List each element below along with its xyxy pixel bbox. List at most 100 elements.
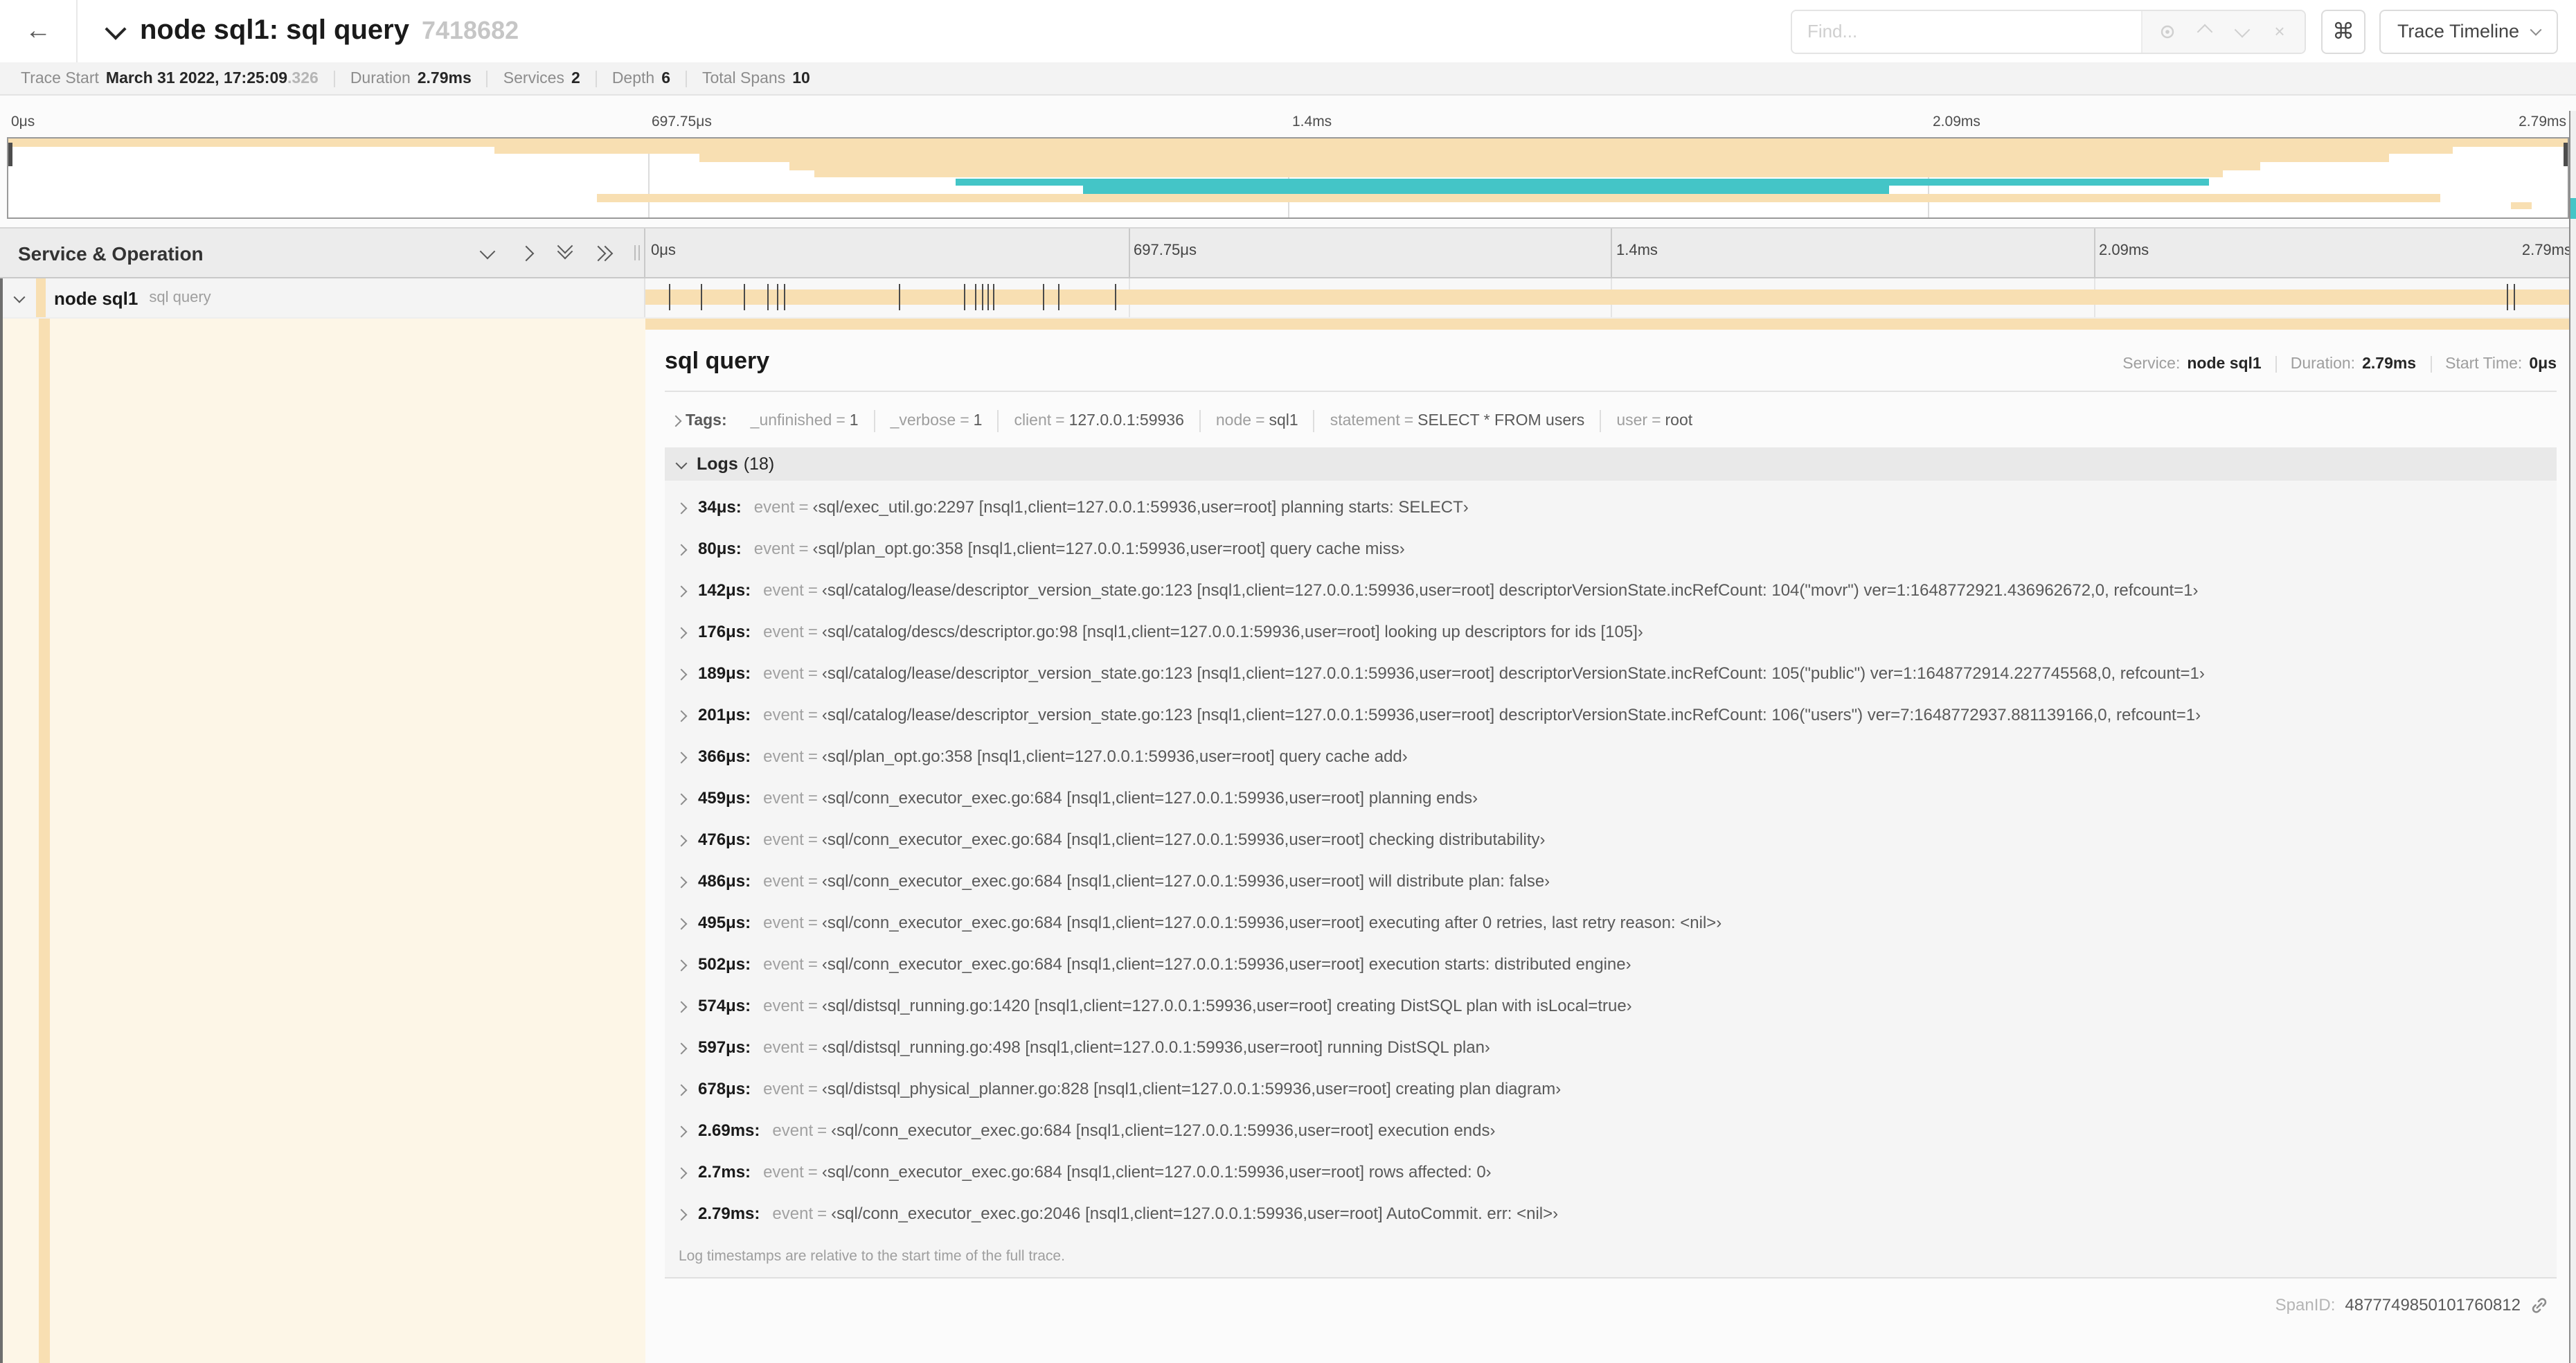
log-marker bbox=[701, 284, 703, 310]
tag-equals: = bbox=[836, 413, 846, 429]
log-expander-icon[interactable] bbox=[675, 1121, 688, 1140]
log-field-key: event bbox=[772, 1121, 814, 1140]
back-button[interactable]: ← bbox=[0, 0, 78, 62]
log-entry[interactable]: 80μs: event = ‹sql/plan_opt.go:358 [nsql1,c… bbox=[665, 528, 2557, 569]
viewport-left-handle[interactable] bbox=[8, 143, 12, 166]
log-expander-icon[interactable] bbox=[675, 539, 688, 558]
log-expander-icon[interactable] bbox=[675, 996, 688, 1015]
clear-find-icon[interactable]: × bbox=[2271, 21, 2288, 42]
find-input[interactable] bbox=[1791, 10, 2141, 52]
log-expander-icon[interactable] bbox=[675, 1037, 688, 1057]
minimap-canvas[interactable] bbox=[7, 137, 2569, 219]
log-entry[interactable]: 678μs: event = ‹sql/distsql_physical_planne… bbox=[665, 1068, 2557, 1110]
span-expander-icon[interactable] bbox=[13, 285, 26, 310]
log-entry[interactable]: 142μs: event = ‹sql/catalog/lease/descripto… bbox=[665, 569, 2557, 611]
log-expander-icon[interactable] bbox=[675, 1204, 688, 1223]
log-timestamp: 2.69ms: bbox=[698, 1121, 760, 1140]
tag-item[interactable]: user = root bbox=[1600, 410, 1708, 432]
log-entry[interactable]: 366μs: event = ‹sql/plan_opt.go:358 [nsql1,… bbox=[665, 736, 2557, 777]
log-marker bbox=[975, 284, 977, 310]
log-entry[interactable]: 34μs: event = ‹sql/exec_util.go:2297 [nsql1… bbox=[665, 486, 2557, 528]
log-entry[interactable]: 2.7ms: event = ‹sql/conn_executor_exec.go:6… bbox=[665, 1151, 2557, 1193]
meta-label: Total Spans bbox=[702, 70, 786, 87]
log-entry[interactable]: 201μs: event = ‹sql/catalog/lease/descripto… bbox=[665, 694, 2557, 736]
detail-meta: Service: node sql1 Duration: 2.79ms Start Ti… bbox=[2109, 356, 2557, 373]
log-field-key: event bbox=[763, 580, 804, 600]
tags-expander-icon[interactable] bbox=[670, 413, 682, 429]
log-expander-icon[interactable] bbox=[675, 830, 688, 849]
span-bar-lane[interactable] bbox=[645, 278, 2576, 317]
view-selector-button[interactable]: Trace Timeline bbox=[2379, 9, 2558, 53]
trace-meta-bar: Trace Start March 31 2022, 17:25:09.326 Du… bbox=[0, 62, 2576, 96]
log-expander-icon[interactable] bbox=[675, 663, 688, 683]
next-match-icon[interactable] bbox=[2234, 21, 2251, 39]
log-expander-icon[interactable] bbox=[675, 788, 688, 808]
prev-match-icon[interactable] bbox=[2197, 23, 2213, 39]
service-operation-header: Service & Operation bbox=[0, 229, 645, 277]
log-field: event = ‹sql/plan_opt.go:358 [nsql1,client… bbox=[754, 539, 1405, 558]
span-duration-bar[interactable] bbox=[645, 289, 2576, 305]
collapse-one-icon[interactable] bbox=[479, 242, 496, 261]
log-expander-icon[interactable] bbox=[675, 1079, 688, 1098]
log-expander-icon[interactable] bbox=[675, 497, 688, 517]
span-tree-item[interactable]: node sql1 sql query bbox=[0, 278, 645, 317]
keyboard-shortcuts-button[interactable]: ⌘ bbox=[2320, 9, 2365, 53]
log-expander-icon[interactable] bbox=[675, 954, 688, 974]
logs-expander-icon[interactable] bbox=[675, 454, 688, 474]
log-entry[interactable]: 2.79ms: event = ‹sql/conn_executor_exec.go:… bbox=[665, 1193, 2557, 1234]
tags-row[interactable]: Tags: _unfinished = 1 _verbose = 1 client = 127.… bbox=[665, 410, 2557, 432]
logs-header[interactable]: Logs (18) bbox=[665, 447, 2557, 481]
log-entry[interactable]: 574μs: event = ‹sql/distsql_running.go:1420… bbox=[665, 985, 2557, 1026]
expand-one-icon[interactable] bbox=[518, 244, 535, 261]
collapse-all-icon[interactable] bbox=[557, 237, 573, 261]
log-entry[interactable]: 476μs: event = ‹sql/conn_executor_exec.go:6… bbox=[665, 819, 2557, 860]
log-field: event = ‹sql/conn_executor_exec.go:684 [ns… bbox=[763, 871, 1550, 891]
minimap-span-bar bbox=[2511, 202, 2532, 210]
log-marker bbox=[981, 284, 983, 310]
log-entry[interactable]: 502μs: event = ‹sql/conn_executor_exec.go:6… bbox=[665, 943, 2557, 985]
column-resize-grip[interactable] bbox=[634, 245, 640, 260]
log-expander-icon[interactable] bbox=[675, 913, 688, 932]
focus-match-icon[interactable] bbox=[2159, 23, 2176, 39]
tag-item[interactable]: client = 127.0.0.1:59936 bbox=[997, 410, 1199, 432]
detail-divider bbox=[665, 391, 2557, 392]
log-entry[interactable]: 597μs: event = ‹sql/distsql_running.go:498 … bbox=[665, 1026, 2557, 1068]
log-field-equals: = bbox=[807, 705, 818, 724]
log-entry[interactable]: 495μs: event = ‹sql/conn_executor_exec.go:6… bbox=[665, 902, 2557, 943]
log-entry[interactable]: 459μs: event = ‹sql/conn_executor_exec.go:6… bbox=[665, 777, 2557, 819]
log-expander-icon[interactable] bbox=[675, 622, 688, 641]
log-field-equals: = bbox=[807, 622, 818, 641]
log-field-value: ‹sql/catalog/lease/descriptor_version_st… bbox=[821, 580, 2199, 600]
log-entry[interactable]: 486μs: event = ‹sql/conn_executor_exec.go:6… bbox=[665, 860, 2557, 902]
log-marker bbox=[987, 284, 989, 310]
log-field-equals: = bbox=[817, 1121, 828, 1140]
tag-key: client bbox=[1014, 413, 1052, 429]
log-entry[interactable]: 176μs: event = ‹sql/catalog/descs/descripto… bbox=[665, 611, 2557, 652]
log-entry[interactable]: 2.69ms: event = ‹sql/conn_executor_exec.go:… bbox=[665, 1110, 2557, 1151]
expand-all-icon[interactable] bbox=[590, 244, 614, 261]
log-timestamp: 574μs: bbox=[698, 996, 751, 1015]
tag-item[interactable]: _verbose = 1 bbox=[873, 410, 998, 432]
tag-equals: = bbox=[1652, 413, 1661, 429]
deep-link-icon[interactable] bbox=[2530, 1296, 2548, 1314]
log-expander-icon[interactable] bbox=[675, 1162, 688, 1182]
left-scrollbar[interactable] bbox=[0, 278, 3, 1363]
service-operation-title: Service & Operation bbox=[18, 242, 204, 264]
log-field: event = ‹sql/catalog/lease/descriptor_vers… bbox=[763, 705, 2201, 724]
tag-item[interactable]: _unfinished = 1 bbox=[735, 410, 874, 432]
collapse-trace-icon[interactable] bbox=[105, 17, 127, 45]
log-field-equals: = bbox=[807, 830, 818, 849]
log-expander-icon[interactable] bbox=[675, 747, 688, 766]
log-timestamp: 34μs: bbox=[698, 497, 742, 517]
log-entry[interactable]: 189μs: event = ‹sql/catalog/lease/descripto… bbox=[665, 652, 2557, 694]
right-scrollbar[interactable] bbox=[2569, 111, 2576, 1363]
log-expander-icon[interactable] bbox=[675, 705, 688, 724]
tag-item[interactable]: node = sql1 bbox=[1199, 410, 1314, 432]
tag-item[interactable]: statement = SELECT * FROM users bbox=[1313, 410, 1600, 432]
log-field-value: ‹sql/conn_executor_exec.go:684 [nsql1,cl… bbox=[821, 954, 1631, 974]
viewport-right-handle[interactable] bbox=[2564, 143, 2568, 166]
log-expander-icon[interactable] bbox=[675, 871, 688, 891]
log-expander-icon[interactable] bbox=[675, 580, 688, 600]
service-color-stripe bbox=[39, 319, 50, 1363]
meta-suffix: .326 bbox=[287, 70, 319, 87]
